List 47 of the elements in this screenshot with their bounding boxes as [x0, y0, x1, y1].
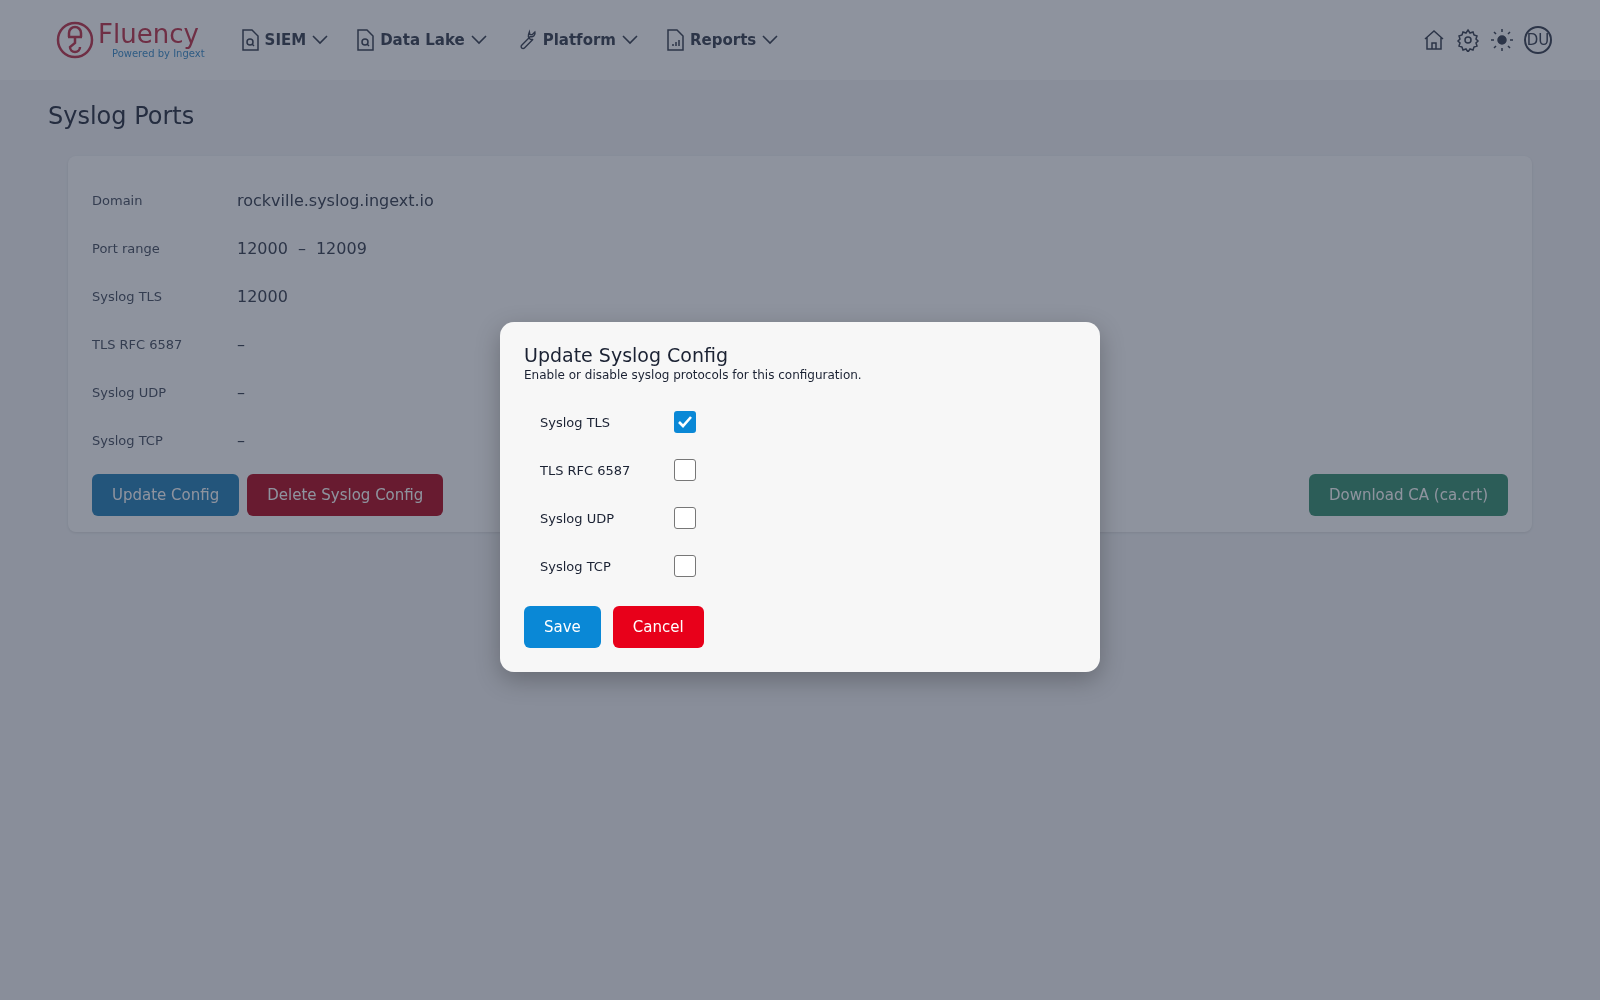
- checkbox[interactable]: [674, 555, 696, 577]
- field-label: Port range: [92, 240, 161, 256]
- field-value: –: [237, 334, 245, 354]
- chevron-down-icon: [312, 35, 329, 45]
- sun-icon[interactable]: [1490, 28, 1514, 52]
- nav-menu-item[interactable]: Reports: [665, 29, 779, 51]
- field-label: Syslog TCP: [92, 432, 164, 448]
- chevron-down-icon: [470, 35, 487, 45]
- field-label: TLS RFC 6587: [92, 336, 184, 352]
- user-avatar[interactable]: DU: [1524, 26, 1552, 54]
- document-search-icon: [356, 29, 375, 51]
- document-search-icon: [240, 29, 259, 51]
- dialog-title: Update Syslog Config: [524, 344, 730, 366]
- field-label: Domain: [92, 192, 144, 208]
- field-label: Syslog UDP: [92, 384, 168, 400]
- dialog-button[interactable]: Cancel: [612, 606, 704, 648]
- field-label: Syslog TLS: [92, 288, 164, 304]
- option-label: Syslog TLS: [540, 414, 612, 430]
- action-button[interactable]: Delete Syslog Config: [247, 474, 444, 516]
- chevron-down-icon: [762, 35, 779, 45]
- dialog-description: Enable or disable syslog protocols for this configuration.: [524, 368, 863, 382]
- field-value: –: [237, 382, 245, 402]
- field-value: 12000: [237, 286, 288, 306]
- document-chart-icon: [665, 29, 684, 51]
- checkbox[interactable]: [674, 507, 696, 529]
- checkmark-icon: [677, 415, 693, 429]
- nav-menu-item[interactable]: Data Lake: [356, 29, 487, 51]
- field-value: –: [297, 238, 306, 258]
- field-value: 12009: [315, 238, 367, 258]
- option-label: Syslog TCP: [540, 558, 612, 574]
- brand-tagline: Powered by Ingext: [112, 49, 205, 59]
- field-value: –: [237, 430, 245, 450]
- nav-menu-item[interactable]: SIEM: [240, 29, 329, 51]
- settings-icon[interactable]: [1456, 28, 1480, 52]
- dialog-button[interactable]: Save: [524, 606, 601, 648]
- download-button[interactable]: Download CA (ca.crt): [1308, 474, 1508, 516]
- chevron-down-icon: [621, 35, 638, 45]
- option-label: TLS RFC 6587: [540, 462, 632, 478]
- option-label: Syslog UDP: [540, 510, 616, 526]
- nav-menu-item[interactable]: Platform: [514, 29, 638, 51]
- checkbox[interactable]: [674, 411, 696, 433]
- field-value: rockville.syslog.ingext.io: [237, 190, 434, 210]
- field-value: 12000: [237, 238, 288, 258]
- action-button[interactable]: Update Config: [92, 474, 240, 516]
- home-icon[interactable]: [1422, 28, 1446, 52]
- checkbox[interactable]: [674, 459, 696, 481]
- page-title: Syslog Ports: [48, 102, 196, 130]
